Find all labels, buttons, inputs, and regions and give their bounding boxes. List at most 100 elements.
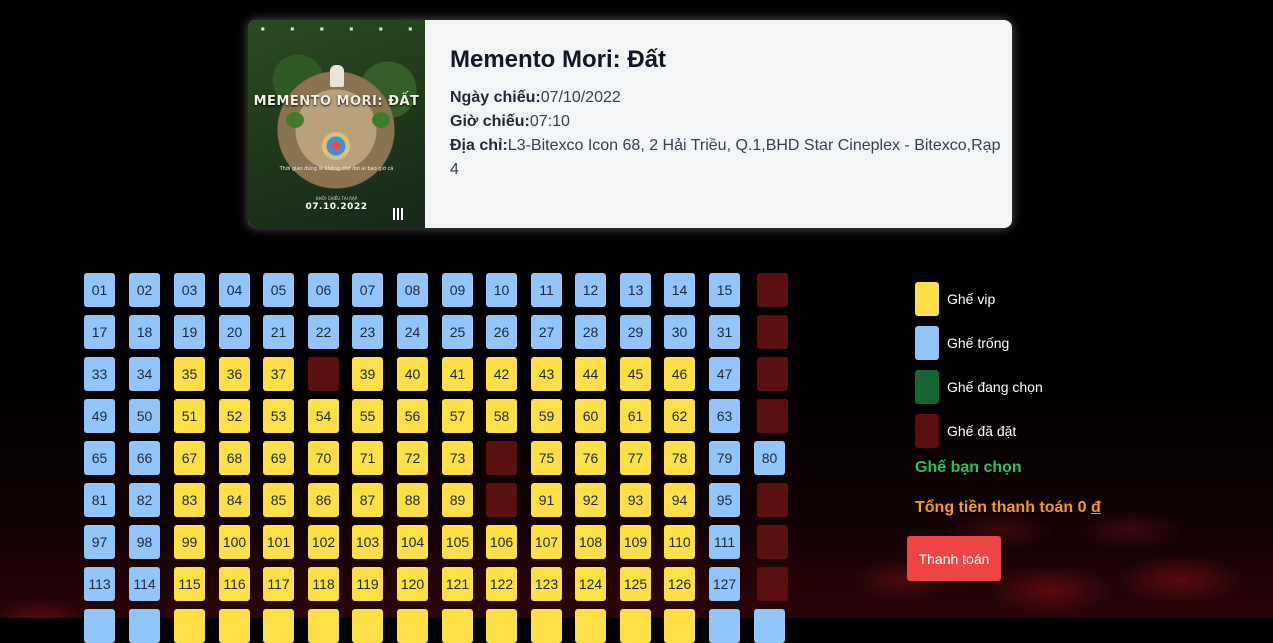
- seat-vip[interactable]: 104: [397, 525, 428, 559]
- seat-vip[interactable]: 36: [219, 357, 250, 391]
- seat-vip[interactable]: 99: [174, 525, 205, 559]
- seat-vip[interactable]: 118: [308, 567, 339, 601]
- seat-vip[interactable]: 35: [174, 357, 205, 391]
- seat-empty[interactable]: 07: [352, 273, 383, 307]
- seat-empty[interactable]: 10: [486, 273, 517, 307]
- seat-vip[interactable]: 122: [486, 567, 517, 601]
- seat-empty[interactable]: 02: [129, 273, 160, 307]
- pay-button[interactable]: Thanh toán: [907, 536, 1001, 581]
- seat-empty[interactable]: 22: [308, 315, 339, 349]
- seat-empty[interactable]: 98: [129, 525, 160, 559]
- seat-empty[interactable]: 03: [174, 273, 205, 307]
- seat-vip[interactable]: 92: [575, 483, 606, 517]
- seat-empty[interactable]: 19: [174, 315, 205, 349]
- seat-vip[interactable]: 119: [352, 567, 383, 601]
- seat-empty[interactable]: 21: [263, 315, 294, 349]
- seat-empty[interactable]: 05: [263, 273, 294, 307]
- seat-vip[interactable]: 67: [174, 441, 205, 475]
- seat-vip[interactable]: 102: [308, 525, 339, 559]
- seat-empty[interactable]: 97: [84, 525, 115, 559]
- seat-vip[interactable]: 109: [620, 525, 651, 559]
- seat-empty[interactable]: 15: [709, 273, 740, 307]
- seat-empty[interactable]: [709, 609, 740, 643]
- seat-vip[interactable]: 83: [174, 483, 205, 517]
- seat-vip[interactable]: 123: [531, 567, 562, 601]
- seat-vip[interactable]: 37: [263, 357, 294, 391]
- seat-empty[interactable]: 111: [709, 525, 740, 559]
- seat-vip[interactable]: 60: [575, 399, 606, 433]
- seat-vip[interactable]: 62: [664, 399, 695, 433]
- seat-vip[interactable]: 105: [442, 525, 473, 559]
- seat-vip[interactable]: 89: [442, 483, 473, 517]
- seat-empty[interactable]: 06: [308, 273, 339, 307]
- seat-vip[interactable]: 110: [664, 525, 695, 559]
- seat-vip[interactable]: 85: [263, 483, 294, 517]
- seat-empty[interactable]: 50: [129, 399, 160, 433]
- seat-vip[interactable]: 120: [397, 567, 428, 601]
- seat-vip[interactable]: 77: [620, 441, 651, 475]
- seat-empty[interactable]: 20: [219, 315, 250, 349]
- seat-empty[interactable]: 29: [620, 315, 651, 349]
- seat-vip[interactable]: 54: [308, 399, 339, 433]
- seat-empty[interactable]: 26: [486, 315, 517, 349]
- seat-vip[interactable]: 91: [531, 483, 562, 517]
- seat-empty[interactable]: 14: [664, 273, 695, 307]
- seat-vip[interactable]: [308, 609, 339, 643]
- seat-vip[interactable]: 124: [575, 567, 606, 601]
- seat-empty[interactable]: 28: [575, 315, 606, 349]
- seat-empty[interactable]: 80: [754, 441, 785, 475]
- seat-vip[interactable]: 125: [620, 567, 651, 601]
- seat-vip[interactable]: 57: [442, 399, 473, 433]
- seat-empty[interactable]: 47: [709, 357, 740, 391]
- seat-vip[interactable]: 115: [174, 567, 205, 601]
- seat-vip[interactable]: 43: [531, 357, 562, 391]
- seat-vip[interactable]: 84: [219, 483, 250, 517]
- seat-vip[interactable]: 103: [352, 525, 383, 559]
- seat-empty[interactable]: 08: [397, 273, 428, 307]
- seat-vip[interactable]: [397, 609, 428, 643]
- seat-empty[interactable]: 81: [84, 483, 115, 517]
- seat-vip[interactable]: 88: [397, 483, 428, 517]
- seat-vip[interactable]: 58: [486, 399, 517, 433]
- seat-vip[interactable]: 70: [308, 441, 339, 475]
- seat-vip[interactable]: 44: [575, 357, 606, 391]
- seat-empty[interactable]: [129, 609, 160, 643]
- seat-empty[interactable]: 25: [442, 315, 473, 349]
- seat-empty[interactable]: 18: [129, 315, 160, 349]
- seat-vip[interactable]: 75: [531, 441, 562, 475]
- seat-empty[interactable]: 23: [352, 315, 383, 349]
- seat-vip[interactable]: 107: [531, 525, 562, 559]
- seat-vip[interactable]: 56: [397, 399, 428, 433]
- seat-vip[interactable]: [442, 609, 473, 643]
- seat-vip[interactable]: 45: [620, 357, 651, 391]
- seat-vip[interactable]: 106: [486, 525, 517, 559]
- seat-vip[interactable]: 94: [664, 483, 695, 517]
- seat-vip[interactable]: 46: [664, 357, 695, 391]
- seat-vip[interactable]: 53: [263, 399, 294, 433]
- seat-empty[interactable]: 30: [664, 315, 695, 349]
- seat-empty[interactable]: 127: [709, 567, 740, 601]
- seat-vip[interactable]: 51: [174, 399, 205, 433]
- seat-empty[interactable]: 95: [709, 483, 740, 517]
- seat-empty[interactable]: 49: [84, 399, 115, 433]
- seat-vip[interactable]: 55: [352, 399, 383, 433]
- seat-vip[interactable]: [219, 609, 250, 643]
- seat-vip[interactable]: 86: [308, 483, 339, 517]
- seat-vip[interactable]: 42: [486, 357, 517, 391]
- seat-empty[interactable]: 63: [709, 399, 740, 433]
- seat-vip[interactable]: [352, 609, 383, 643]
- seat-vip[interactable]: [486, 609, 517, 643]
- seat-vip[interactable]: 73: [442, 441, 473, 475]
- seat-empty[interactable]: 24: [397, 315, 428, 349]
- seat-empty[interactable]: 11: [531, 273, 562, 307]
- seat-vip[interactable]: [263, 609, 294, 643]
- seat-vip[interactable]: 59: [531, 399, 562, 433]
- seat-empty[interactable]: 27: [531, 315, 562, 349]
- seat-empty[interactable]: 13: [620, 273, 651, 307]
- seat-empty[interactable]: [754, 609, 785, 643]
- seat-vip[interactable]: 93: [620, 483, 651, 517]
- seat-empty[interactable]: 79: [709, 441, 740, 475]
- seat-empty[interactable]: 65: [84, 441, 115, 475]
- seat-vip[interactable]: 39: [352, 357, 383, 391]
- seat-empty[interactable]: 04: [219, 273, 250, 307]
